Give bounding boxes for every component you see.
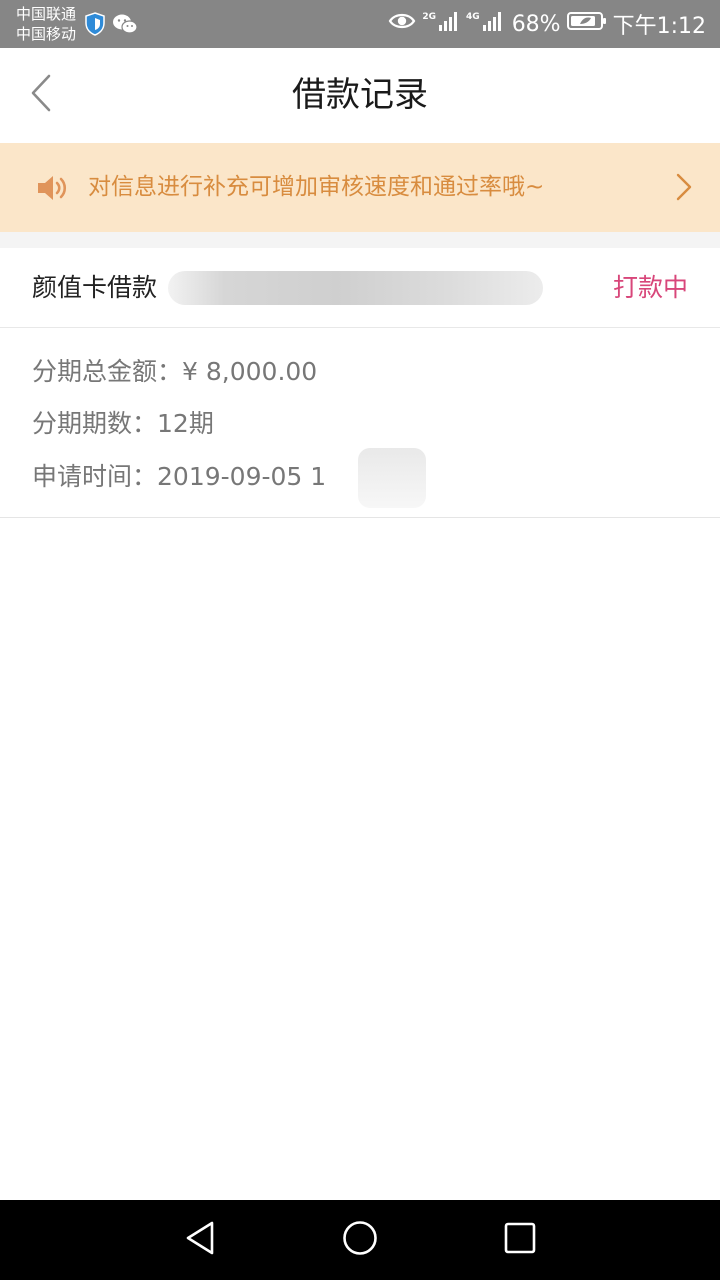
notice-banner[interactable]: 对信息进行补充可增加审核速度和通过率哦~ (0, 143, 720, 232)
nav-recent-icon (503, 1221, 537, 1259)
carrier-2: 中国移动 (16, 25, 77, 43)
title-bar: 借款记录 (0, 48, 720, 143)
back-button[interactable] (18, 72, 64, 118)
clock: 下午1:12 (612, 14, 706, 39)
battery-icon (566, 10, 607, 38)
nav-home-button[interactable] (336, 1216, 384, 1264)
apply-time-row: 申请时间：2019-09-05 1 (32, 457, 326, 493)
network-type-1: 2G (422, 11, 437, 22)
eye-icon (388, 11, 416, 37)
network-type-2: 4G (466, 11, 480, 22)
navigation-bar (0, 1200, 720, 1280)
redacted-area (168, 271, 543, 305)
nav-recent-button[interactable] (496, 1216, 544, 1264)
chevron-left-icon (29, 74, 53, 116)
loan-record-card[interactable]: 颜值卡借款 打款中 分期总金额：¥ 8,000.00 分期期数：12期 申请时间… (0, 248, 720, 518)
nav-home-icon (341, 1219, 379, 1261)
periods-label: 分期期数： (32, 409, 158, 438)
signal-icon (438, 10, 460, 38)
redacted-area (358, 448, 426, 508)
carrier-1: 中国联通 (16, 5, 77, 23)
total-amount-row: 分期总金额：¥ 8,000.00 (32, 352, 317, 388)
record-header: 颜值卡借款 打款中 (0, 248, 720, 328)
status-bar: 中国联通 中国移动 2G 4G 68% 下午1:12 (0, 0, 720, 48)
apply-time-label: 申请时间： (32, 462, 158, 491)
system-status: 2G 4G 68% 下午1:12 (388, 0, 706, 48)
product-name: 颜值卡借款 (32, 273, 158, 302)
periods-row: 分期期数：12期 (32, 404, 214, 440)
battery-percent: 68% (511, 11, 561, 37)
status-badge: 打款中 (612, 273, 688, 302)
carrier-info: 中国联通 中国移动 (16, 4, 76, 44)
page-title: 借款记录 (292, 75, 428, 115)
notice-text: 对信息进行补充可增加审核速度和通过率哦~ (88, 174, 545, 200)
section-divider (0, 232, 720, 248)
notification-icons (84, 12, 138, 40)
chevron-right-icon (676, 173, 692, 205)
shield-icon (84, 12, 106, 40)
signal-icon (482, 10, 504, 38)
nav-back-icon (184, 1220, 216, 1260)
total-amount-value: ¥ 8,000.00 (182, 357, 318, 386)
periods-value: 12期 (157, 409, 214, 438)
apply-time-value: 2019-09-05 1 (157, 462, 327, 491)
wechat-icon (112, 13, 138, 39)
speaker-icon (36, 173, 70, 207)
total-amount-label: 分期总金额： (32, 357, 183, 386)
nav-back-button[interactable] (176, 1216, 224, 1264)
